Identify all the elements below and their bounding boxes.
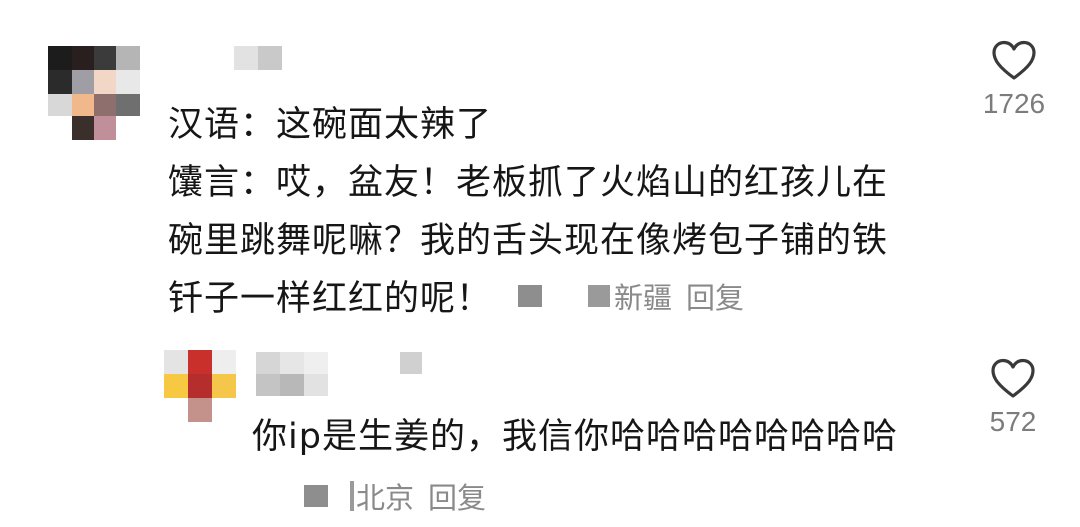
like-button[interactable]: 1726 [982,40,1046,120]
redacted-date [518,285,542,307]
redacted-date [304,485,328,507]
replier-username[interactable] [256,352,426,396]
reply-button[interactable]: 回复 [428,475,486,517]
like-count: 1726 [982,88,1046,119]
comment-line: 碗里跳舞呢嘛？我的舌头现在像烤包子铺的铁 [168,221,889,261]
heart-outline-icon [991,358,1035,398]
heart-outline-icon [992,40,1036,80]
like-count: 572 [989,406,1037,437]
replier-avatar[interactable] [164,350,236,422]
like-button[interactable]: 572 [980,358,1046,438]
comment-meta: 新疆 回复 [518,276,744,316]
commenter-avatar[interactable] [48,46,140,140]
redacted-time [350,481,354,511]
commenter-username[interactable] [234,46,282,70]
redacted-time [588,285,610,307]
comment-line: 馕言：哎，盆友！老板抓了火焰山的红孩儿在 [168,163,889,203]
ip-location: 北京 [356,481,415,515]
reply-button[interactable]: 回复 [686,275,744,317]
ip-location: 新疆 [614,281,673,315]
reply-text: 你ip是生姜的，我信你哈哈哈哈哈哈哈哈 [252,417,898,457]
reply-meta: 北京 回复 [304,476,486,516]
comment-line: 汉语：这碗面太辣了 [168,105,493,145]
